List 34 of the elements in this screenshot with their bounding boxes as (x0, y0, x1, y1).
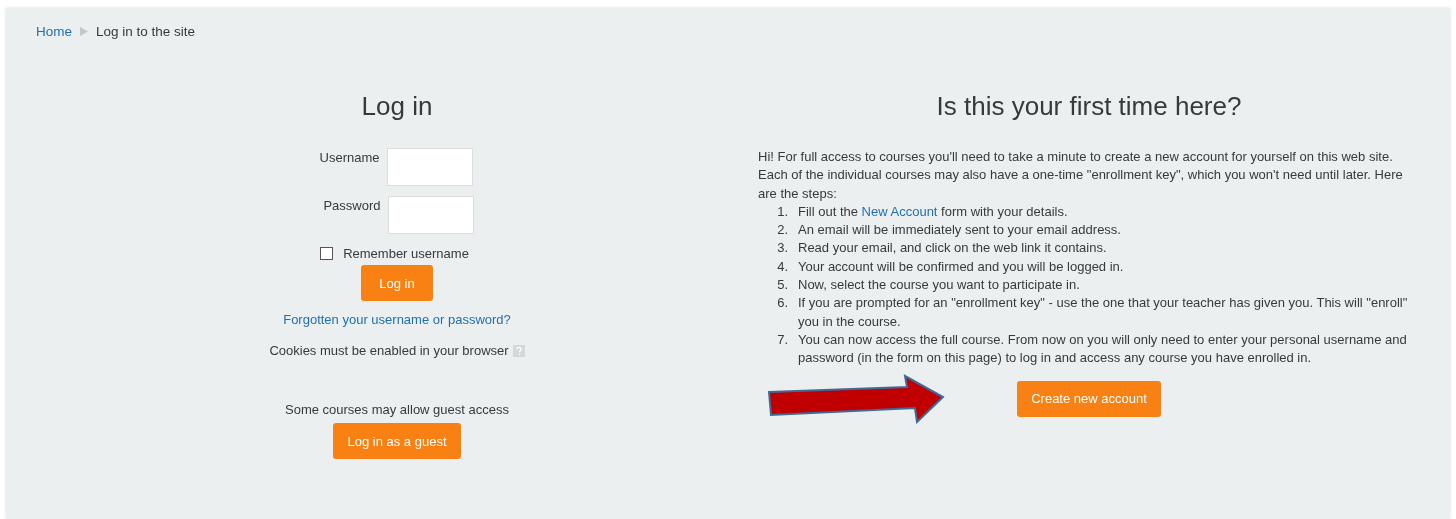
step-number: 3. (776, 239, 788, 258)
step-item: Read your email, and click on the web link it contains. (798, 239, 1107, 258)
step-number: 1. (776, 202, 788, 221)
step-item: If you are prompted for an "enrollment key" - use the one that your teacher has given you. This will "enroll" you in the course. (798, 294, 1409, 331)
field-label: Username (319, 149, 380, 167)
breadcrumb-current: Log in to the site (96, 24, 196, 39)
new-account-link[interactable]: New Account (861, 203, 938, 219)
create-account-button[interactable]: Create new account (1017, 380, 1161, 417)
signup-heading: Is this your first time here? (935, 91, 1243, 122)
step-number: 2. (776, 221, 788, 240)
field-label: Password (322, 197, 381, 215)
step-item: Your account will be confirmed and you will be logged in. (798, 257, 1124, 276)
step-number: 6. (776, 294, 788, 313)
cookies-note: Cookies must be enabled in your browser (269, 343, 509, 358)
forgot-password-link[interactable]: Forgotten your username or password? (283, 312, 511, 327)
login-heading: Log in (361, 91, 433, 122)
breadcrumb-link[interactable]: Home (36, 24, 72, 39)
step-number: 5. (776, 276, 788, 295)
guest-access-note: Some courses may allow guest access (285, 402, 509, 417)
step-number: 7. (776, 330, 788, 349)
checkbox-label: Remember username (343, 246, 469, 261)
step-number: 4. (776, 257, 788, 276)
step-item: Fill out the New Account form with your details. (798, 202, 1068, 221)
login-button[interactable]: Log in (361, 265, 433, 301)
intro-paragraph: Hi! For full access to courses you'll need to take a minute to create a new account for yourself on this web site. Each of the individual courses may also have a one-time "enrollment key", which you won't need until later. Here are the steps: (758, 148, 1404, 203)
step-item: Now, select the course you want to participate in. (798, 276, 1080, 295)
step-item: An email will be immediately sent to your email address. (798, 221, 1121, 240)
remember-checkbox[interactable] (320, 247, 334, 260)
help-icon[interactable] (512, 344, 525, 357)
breadcrumb-separator-icon (80, 27, 88, 36)
input-field[interactable] (387, 196, 474, 234)
step-item: You can now access the full course. From now on you will only need to enter your personal username and password (in the form on this page) to log in and access any course you have enrolled in. (798, 330, 1408, 368)
input-field[interactable] (386, 148, 473, 186)
guest-login-button[interactable]: Log in as a guest (333, 423, 461, 459)
